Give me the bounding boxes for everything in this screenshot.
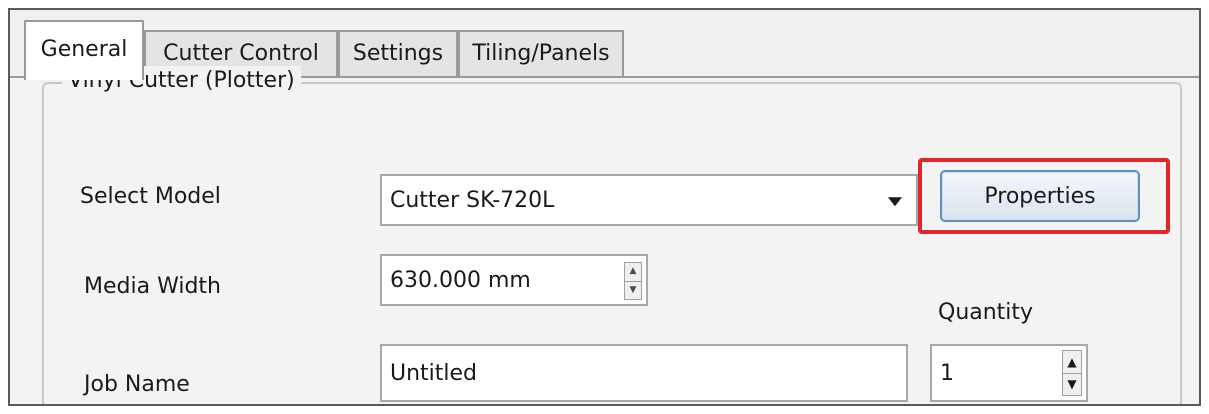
spinner-down-icon[interactable]: ▼ bbox=[625, 280, 641, 300]
quantity-value: 1 bbox=[940, 360, 954, 386]
job-name-value: Untitled bbox=[390, 360, 478, 386]
spinner-up-icon[interactable]: ▲ bbox=[625, 263, 641, 281]
chevron-down-icon[interactable] bbox=[888, 197, 902, 207]
spinner-up-icon[interactable]: ▲ bbox=[1063, 351, 1081, 373]
media-width-spinner[interactable]: ▲ ▼ bbox=[624, 262, 642, 300]
tab-general[interactable]: General bbox=[24, 20, 144, 80]
dialog-frame: General Cutter Control Settings Tiling/P… bbox=[8, 8, 1201, 406]
select-model-dropdown[interactable]: Cutter SK-720L bbox=[380, 174, 918, 226]
job-name-input[interactable]: Untitled bbox=[380, 344, 908, 402]
spinner-down-icon[interactable]: ▼ bbox=[1063, 372, 1081, 396]
quantity-spinner[interactable]: ▲ ▼ bbox=[1062, 350, 1082, 396]
media-width-label: Media Width bbox=[84, 274, 221, 299]
quantity-label: Quantity bbox=[938, 300, 1034, 325]
select-model-label: Select Model bbox=[80, 184, 221, 209]
highlight-box bbox=[918, 158, 1170, 234]
tab-tiling-panels[interactable]: Tiling/Panels bbox=[458, 30, 624, 76]
select-model-value: Cutter SK-720L bbox=[390, 187, 555, 213]
media-width-value: 630.000 mm bbox=[390, 267, 531, 293]
job-name-label: Job Name bbox=[84, 372, 190, 397]
media-width-input[interactable]: 630.000 mm bbox=[380, 254, 648, 306]
tab-settings[interactable]: Settings bbox=[338, 30, 458, 76]
